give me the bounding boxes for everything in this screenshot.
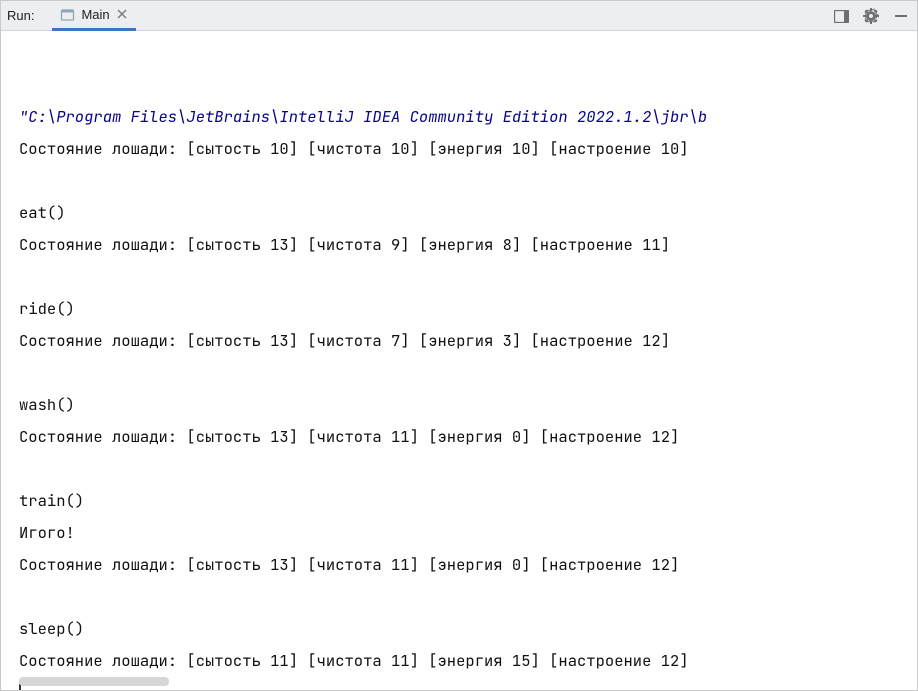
output-line: Игого! — [19, 517, 917, 549]
console-content: "C:\Program Files\JetBrains\IntelliJ IDE… — [1, 37, 917, 690]
minimize-icon[interactable] — [893, 8, 909, 24]
output-line: Состояние лошади: [сытость 10] [чистота … — [19, 133, 917, 165]
tab-main[interactable]: Main — [52, 1, 135, 31]
horizontal-scrollbar[interactable] — [19, 677, 169, 686]
close-icon[interactable] — [116, 8, 128, 20]
output-line — [19, 357, 917, 389]
output-line: eat() — [19, 197, 917, 229]
console-output[interactable]: "C:\Program Files\JetBrains\IntelliJ IDE… — [1, 31, 917, 690]
run-config-icon — [60, 7, 75, 22]
output-line: Состояние лошади: [сытость 13] [чистота … — [19, 325, 917, 357]
command-line: "C:\Program Files\JetBrains\IntelliJ IDE… — [19, 101, 917, 133]
output-line — [19, 165, 917, 197]
header-actions — [833, 1, 909, 31]
output-line: train() — [19, 485, 917, 517]
run-panel-header: Run: Main — [1, 1, 917, 31]
output-line — [19, 453, 917, 485]
layout-icon[interactable] — [833, 8, 849, 24]
output-line: wash() — [19, 389, 917, 421]
output-line — [19, 581, 917, 613]
output-line: sleep() — [19, 613, 917, 645]
output-line: Состояние лошади: [сытость 13] [чистота … — [19, 549, 917, 581]
output-line: ride() — [19, 293, 917, 325]
output-line: Состояние лошади: [сытость 13] [чистота … — [19, 421, 917, 453]
output-line — [19, 261, 917, 293]
output-line: Состояние лошади: [сытость 11] [чистота … — [19, 645, 917, 677]
run-label: Run: — [7, 8, 34, 23]
output-line: Состояние лошади: [сытость 13] [чистота … — [19, 229, 917, 261]
tab-label: Main — [81, 7, 109, 22]
gear-icon[interactable] — [863, 8, 879, 24]
